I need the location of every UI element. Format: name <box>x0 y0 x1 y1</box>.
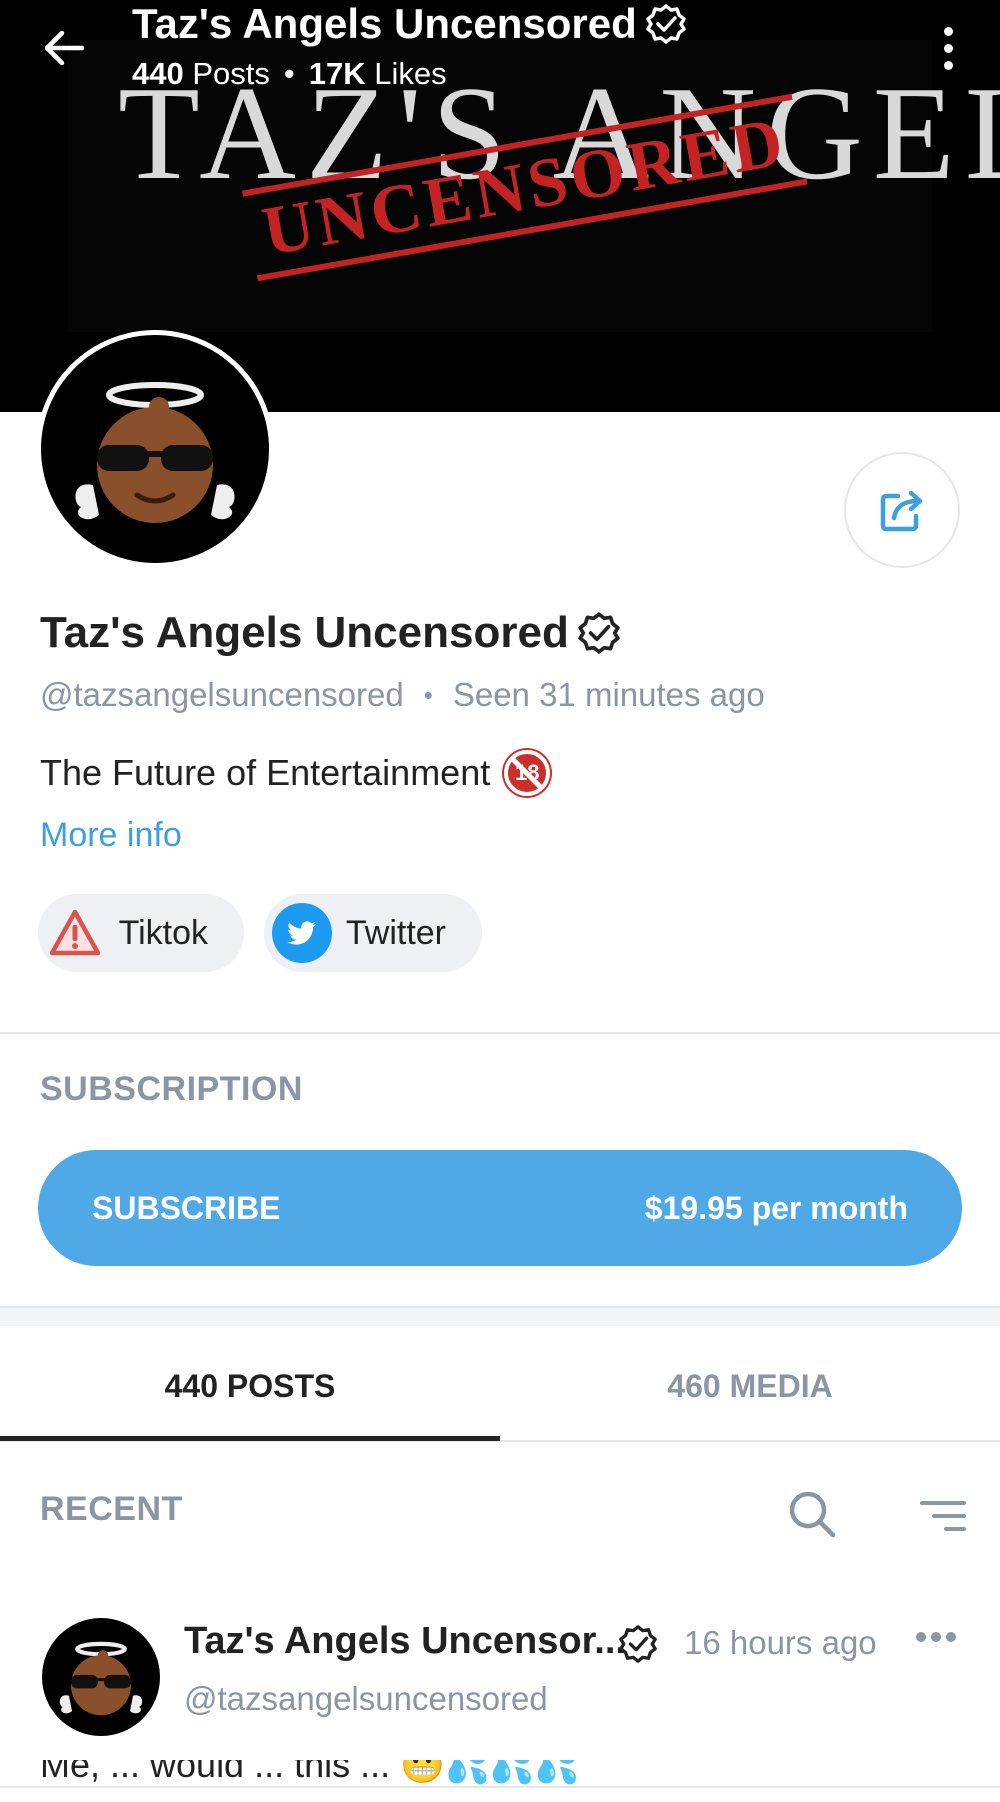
top-bar: Taz's Angels Uncensored 440 Posts • 17K … <box>0 0 1000 110</box>
last-seen: Seen 31 minutes ago <box>452 676 765 713</box>
profile-handle: @tazsangelsuncensored <box>40 676 404 713</box>
social-link-twitter[interactable]: Twitter <box>264 894 482 972</box>
badge-18-text: 18 <box>514 760 540 785</box>
profile-bio: The Future of Entertainment 18 <box>40 750 551 796</box>
verified-badge-icon <box>619 1625 657 1663</box>
active-tab-indicator <box>0 1436 500 1441</box>
header-stats: 440 Posts • 17K Likes <box>132 56 447 92</box>
section-divider <box>0 1306 1000 1326</box>
social-link-label: Twitter <box>345 913 446 952</box>
search-icon <box>789 1491 836 1538</box>
search-button[interactable] <box>782 1484 842 1544</box>
sort-line <box>932 1514 966 1518</box>
bio-text: The Future of Entertainment <box>40 752 491 793</box>
profile-avatar[interactable] <box>36 330 274 568</box>
likes-count: 17K <box>308 56 366 91</box>
bottom-edge <box>0 1786 1000 1802</box>
social-link-label: Tiktok <box>118 913 208 952</box>
twitter-icon <box>272 903 332 963</box>
subscription-price: $19.95 per month <box>644 1189 908 1226</box>
no-under-18-icon: 18 <box>504 750 551 796</box>
subscribe-button-label: SUBSCRIBE <box>92 1189 281 1226</box>
share-icon <box>880 490 923 532</box>
subscription-section-label: SUBSCRIPTION <box>40 1070 303 1108</box>
more-info-link[interactable]: More info <box>40 816 182 855</box>
more-options-button[interactable] <box>930 20 966 76</box>
post-author-handle: @tazsangelsuncensored <box>184 1680 548 1717</box>
post-timestamp[interactable]: 16 hours ago <box>684 1624 877 1662</box>
arrow-left-icon <box>44 30 85 66</box>
angel-emoji-avatar-icon <box>75 382 235 523</box>
social-link-tiktok[interactable]: Tiktok <box>38 894 244 972</box>
verified-badge-icon <box>646 4 686 44</box>
meta-separator: • <box>423 679 433 710</box>
recent-section-label: RECENT <box>40 1490 183 1528</box>
profile-meta: @tazsangelsuncensored • Seen 31 minutes … <box>40 676 765 714</box>
sort-line <box>920 1501 966 1505</box>
more-dot <box>946 1632 956 1642</box>
sort-filter-button[interactable] <box>910 1488 966 1544</box>
sort-line <box>944 1527 966 1531</box>
posts-count: 440 <box>132 56 184 91</box>
tab-posts[interactable]: 440 POSTS <box>0 1332 500 1440</box>
kebab-dot <box>943 43 953 53</box>
post-author-avatar[interactable] <box>42 1618 160 1736</box>
header-title: Taz's Angels Uncensored <box>132 0 687 48</box>
posts-label: Posts <box>192 56 270 91</box>
kebab-dot <box>943 60 953 70</box>
verified-badge-icon <box>578 612 620 654</box>
back-button[interactable] <box>38 22 90 74</box>
likes-label: Likes <box>374 56 447 91</box>
header-title-text: Taz's Angels Uncensored <box>132 0 637 47</box>
tab-media[interactable]: 460 MEDIA <box>500 1332 1000 1440</box>
share-button[interactable] <box>844 452 960 568</box>
profile-name: Taz's Angels Uncensored <box>40 608 621 658</box>
more-dot <box>931 1632 941 1642</box>
warning-icon <box>46 903 105 963</box>
angel-emoji-avatar-icon <box>59 1641 143 1716</box>
subscribe-button[interactable]: SUBSCRIBE $19.95 per month <box>38 1150 962 1266</box>
post-more-button[interactable] <box>916 1632 956 1642</box>
stats-separator: • <box>283 56 295 91</box>
post-text-partial: Me, ... would ... this ... 😬💦💦💦 <box>40 1760 580 1785</box>
kebab-dot <box>943 26 953 36</box>
section-divider <box>0 1032 1000 1034</box>
more-dot <box>916 1632 926 1642</box>
post-author-name[interactable]: Taz's Angels Uncensor... <box>184 1620 626 1663</box>
profile-name-text: Taz's Angels Uncensored <box>40 608 569 657</box>
